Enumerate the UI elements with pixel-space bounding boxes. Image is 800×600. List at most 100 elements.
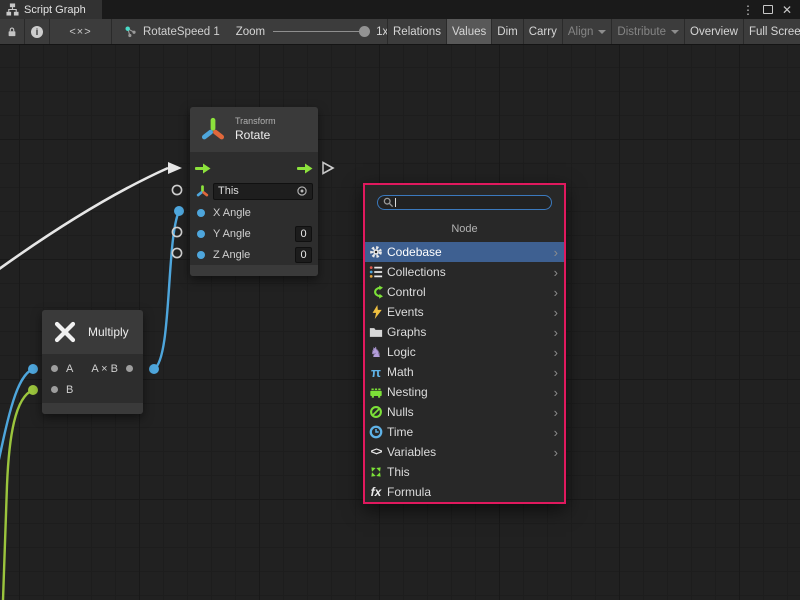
control-wire xyxy=(0,168,168,277)
multiply-node-header[interactable]: Multiply xyxy=(42,310,143,354)
this-field-value: This xyxy=(218,185,296,197)
distribute-dropdown[interactable]: Distribute xyxy=(611,19,684,44)
search-icon xyxy=(383,197,394,208)
object-picker-icon[interactable] xyxy=(296,185,308,197)
rotate-x-row: X Angle xyxy=(190,202,318,223)
tab-bar: Script Graph ⋮ ✕ xyxy=(0,0,800,19)
finder-search-input[interactable] xyxy=(399,197,546,209)
finder-item-time[interactable]: Time› xyxy=(365,422,564,442)
port-rotate-x-connected[interactable] xyxy=(174,206,184,216)
control-wire-arrowhead xyxy=(168,162,182,174)
finder-item-nulls[interactable]: Nulls› xyxy=(365,402,564,422)
breadcrumb-label: RotateSpeed 1 xyxy=(143,26,220,38)
a-port-icon[interactable] xyxy=(51,365,58,372)
info-icon: i xyxy=(31,26,43,38)
x-angle-port-icon[interactable] xyxy=(197,209,205,217)
collections-icon xyxy=(368,264,384,280)
chevron-right-icon: › xyxy=(554,286,558,299)
finder-item-collections[interactable]: Collections› xyxy=(365,262,564,282)
tab-script-graph[interactable]: Script Graph xyxy=(0,0,102,19)
values-button[interactable]: Values xyxy=(446,19,491,44)
gear-icon xyxy=(368,244,384,260)
rotate-node-footer xyxy=(190,265,318,276)
value-wire-a xyxy=(0,369,33,478)
finder-item-math[interactable]: πMath› xyxy=(365,362,564,382)
port-rotate-control-out[interactable] xyxy=(323,163,333,174)
flow-in-port-icon[interactable] xyxy=(195,163,211,174)
finder-item-label: Events xyxy=(387,305,424,319)
finder-item-control[interactable]: Control› xyxy=(365,282,564,302)
finder-item-label: Codebase xyxy=(387,245,442,259)
finder-item-codebase[interactable]: Codebase› xyxy=(365,242,564,262)
finder-title: Node xyxy=(365,223,564,235)
code-preview-icon: <×> xyxy=(69,26,91,38)
finder-item-logic[interactable]: ♞Logic› xyxy=(365,342,564,362)
finder-item-formula[interactable]: fxFormula xyxy=(365,482,564,502)
control-icon xyxy=(368,284,384,300)
finder-item-label: Graphs xyxy=(387,325,426,339)
dim-button[interactable]: Dim xyxy=(491,19,522,44)
zoom-slider[interactable] xyxy=(273,31,368,32)
z-angle-label: Z Angle xyxy=(213,249,281,261)
y-angle-label: Y Angle xyxy=(213,228,281,240)
window-menu-icon[interactable]: ⋮ xyxy=(742,4,754,16)
finder-item-variables[interactable]: <>Variables› xyxy=(365,442,564,462)
node-title: Rotate xyxy=(235,128,276,143)
folder-icon xyxy=(368,324,384,340)
carry-button[interactable]: Carry xyxy=(523,19,562,44)
y-angle-value-field[interactable]: 0 xyxy=(295,226,312,242)
port-rotate-z[interactable] xyxy=(172,248,181,257)
finder-item-label: Formula xyxy=(387,485,431,499)
chevron-right-icon: › xyxy=(554,326,558,339)
finder-item-label: This xyxy=(387,465,410,479)
chevron-right-icon: › xyxy=(554,346,558,359)
breadcrumb[interactable]: RotateSpeed 1 xyxy=(112,19,232,44)
fullscreen-button[interactable]: Full Screen xyxy=(743,19,800,44)
overview-button[interactable]: Overview xyxy=(684,19,743,44)
align-dropdown[interactable]: Align xyxy=(562,19,612,44)
finder-search-box[interactable] xyxy=(377,195,552,210)
info-button[interactable]: i xyxy=(25,19,50,44)
graph-canvas[interactable]: Transform Rotate This xyxy=(0,45,800,600)
port-multiply-out-connected[interactable] xyxy=(149,364,159,374)
lock-button[interactable] xyxy=(0,19,25,44)
rotate-z-row: Z Angle 0 xyxy=(190,244,318,265)
port-multiply-a-connected[interactable] xyxy=(28,364,38,374)
node-multiply[interactable]: Multiply A A × B B xyxy=(42,310,143,414)
a-label: A xyxy=(66,363,73,375)
finder-item-label: Collections xyxy=(387,265,446,279)
relations-button[interactable]: Relations xyxy=(387,19,446,44)
finder-list: Codebase›Collections›Control›Events›Grap… xyxy=(365,242,564,502)
graph-toolbar: i <×> RotateSpeed 1 Zoom 1x Relations Va… xyxy=(0,19,800,45)
unity-visual-scripting-window: Script Graph ⋮ ✕ i <×> RotateSpeed 1 Z xyxy=(0,0,800,600)
finder-item-nesting[interactable]: Nesting› xyxy=(365,382,564,402)
z-angle-value-field[interactable]: 0 xyxy=(295,247,312,263)
finder-item-graphs[interactable]: Graphs › xyxy=(365,322,564,342)
rotate-flow-row xyxy=(190,156,318,180)
close-icon[interactable]: ✕ xyxy=(782,4,792,16)
flow-out-port-icon[interactable] xyxy=(297,163,313,174)
node-transform-rotate[interactable]: Transform Rotate This xyxy=(190,107,318,276)
finder-item-label: Nulls xyxy=(387,405,414,419)
transform-mini-icon xyxy=(196,185,209,198)
this-object-field[interactable]: This xyxy=(213,183,313,200)
x-angle-label: X Angle xyxy=(213,207,312,219)
tab-title: Script Graph xyxy=(24,4,86,16)
port-multiply-b-connected[interactable] xyxy=(28,385,38,395)
finder-item-events[interactable]: Events› xyxy=(365,302,564,322)
finder-item-label: Time xyxy=(387,425,413,439)
zoom-label: Zoom xyxy=(236,26,265,38)
port-rotate-this[interactable] xyxy=(172,185,181,194)
lock-icon xyxy=(6,25,18,39)
code-preview-button[interactable]: <×> xyxy=(50,19,112,44)
finder-item-label: Math xyxy=(387,365,414,379)
b-port-icon[interactable] xyxy=(51,386,58,393)
rotate-node-header[interactable]: Transform Rotate xyxy=(190,107,318,152)
z-angle-port-icon[interactable] xyxy=(197,251,205,259)
product-port-icon[interactable] xyxy=(126,365,133,372)
maximize-icon[interactable] xyxy=(763,5,773,14)
value-wire-product xyxy=(154,211,179,369)
zoom-slider-handle[interactable] xyxy=(359,26,370,37)
finder-item-this[interactable]: This xyxy=(365,462,564,482)
y-angle-port-icon[interactable] xyxy=(197,230,205,238)
